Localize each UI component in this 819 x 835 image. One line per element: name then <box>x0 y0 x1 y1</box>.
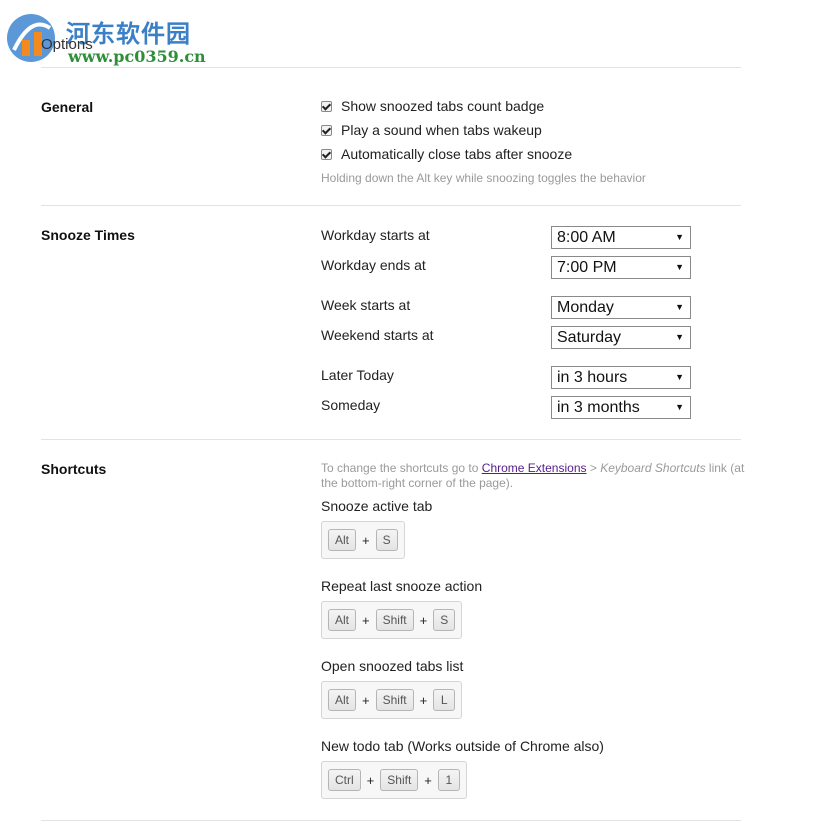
select-value: 8:00 AM <box>557 229 616 246</box>
divider <box>41 67 741 68</box>
option-label: Show snoozed tabs count badge <box>341 98 545 114</box>
dropdown-arrow-icon: ▼ <box>675 232 684 242</box>
key: Ctrl <box>328 769 361 791</box>
key: S <box>375 529 398 551</box>
workday-start-select[interactable]: 8:00 AM ▼ <box>551 226 691 249</box>
select-value: Monday <box>557 299 614 316</box>
plus-sign: + <box>419 612 428 628</box>
later-today-label: Later Today <box>321 367 394 383</box>
dropdown-arrow-icon: ▼ <box>675 372 684 382</box>
weekend-start-select[interactable]: Saturday ▼ <box>551 326 691 349</box>
shortcut-label-snooze-active: Snooze active tab <box>321 498 433 514</box>
option-label: Automatically close tabs after snooze <box>341 146 573 162</box>
key: Alt <box>328 529 357 551</box>
option-label: Play a sound when tabs wakeup <box>341 122 542 138</box>
key: Shift <box>380 769 419 791</box>
later-today-select[interactable]: in 3 hours ▼ <box>551 366 691 389</box>
checkbox-show-badge[interactable] <box>321 100 332 112</box>
shortcut-label-new-todo: New todo tab (Works outside of Chrome al… <box>321 738 604 754</box>
shortcut-label-open-list: Open snoozed tabs list <box>321 658 464 674</box>
shortcut-keys-open-list: Alt + Shift + L <box>321 681 463 719</box>
shortcuts-hint: To change the shortcuts go to Chrome Ext… <box>321 461 751 491</box>
plus-sign: + <box>366 772 375 788</box>
week-start-label: Week starts at <box>321 297 411 313</box>
dropdown-arrow-icon: ▼ <box>675 402 684 412</box>
workday-end-label: Workday ends at <box>321 257 426 273</box>
week-start-select[interactable]: Monday ▼ <box>551 296 691 319</box>
key: Alt <box>328 689 357 711</box>
select-value: in 3 hours <box>557 369 628 386</box>
shortcut-keys-new-todo: Ctrl + Shift + 1 <box>321 761 467 799</box>
someday-label: Someday <box>321 397 381 413</box>
select-value: 7:00 PM <box>557 259 617 276</box>
dropdown-arrow-icon: ▼ <box>675 302 684 312</box>
checkbox-play-sound[interactable] <box>321 124 332 136</box>
hint-keyboard-shortcuts: Keyboard Shortcuts <box>600 461 706 475</box>
plus-sign: + <box>419 692 428 708</box>
hint-text: To change the shortcuts go to <box>321 461 482 475</box>
hint-text: > <box>586 461 601 475</box>
select-value: Saturday <box>557 329 622 346</box>
section-title-shortcuts: Shortcuts <box>41 461 107 477</box>
select-value: in 3 months <box>557 399 640 416</box>
someday-select[interactable]: in 3 months ▼ <box>551 396 691 419</box>
divider <box>41 205 741 206</box>
dropdown-arrow-icon: ▼ <box>675 332 684 342</box>
workday-start-label: Workday starts at <box>321 227 430 243</box>
key: Shift <box>375 689 414 711</box>
checkbox-auto-close[interactable] <box>321 148 332 160</box>
shortcut-keys-repeat-last: Alt + Shift + S <box>321 601 463 639</box>
plus-sign: + <box>362 612 370 628</box>
key: Shift <box>375 609 414 631</box>
key: L <box>433 689 456 711</box>
section-title-general: General <box>41 99 94 115</box>
chrome-extensions-link[interactable]: Chrome Extensions <box>482 461 587 475</box>
option-auto-close[interactable]: Automatically close tabs after snooze <box>321 146 572 162</box>
option-show-badge[interactable]: Show snoozed tabs count badge <box>321 98 544 114</box>
option-play-sound[interactable]: Play a sound when tabs wakeup <box>321 122 542 138</box>
section-title-snooze-times: Snooze Times <box>41 227 135 243</box>
page-title: Options <box>41 36 93 53</box>
dropdown-arrow-icon: ▼ <box>675 262 684 272</box>
plus-sign: + <box>424 772 432 788</box>
plus-sign: + <box>362 692 370 708</box>
divider <box>41 439 741 440</box>
plus-sign: + <box>362 532 370 548</box>
shortcut-label-repeat-last: Repeat last snooze action <box>321 578 483 594</box>
weekend-start-label: Weekend starts at <box>321 327 434 343</box>
general-hint: Holding down the Alt key while snoozing … <box>321 171 646 185</box>
workday-end-select[interactable]: 7:00 PM ▼ <box>551 256 691 279</box>
key: Alt <box>328 609 357 631</box>
shortcut-keys-snooze-active: Alt + S <box>321 521 405 559</box>
divider <box>41 820 741 821</box>
key: S <box>433 609 456 631</box>
key: 1 <box>437 769 460 791</box>
